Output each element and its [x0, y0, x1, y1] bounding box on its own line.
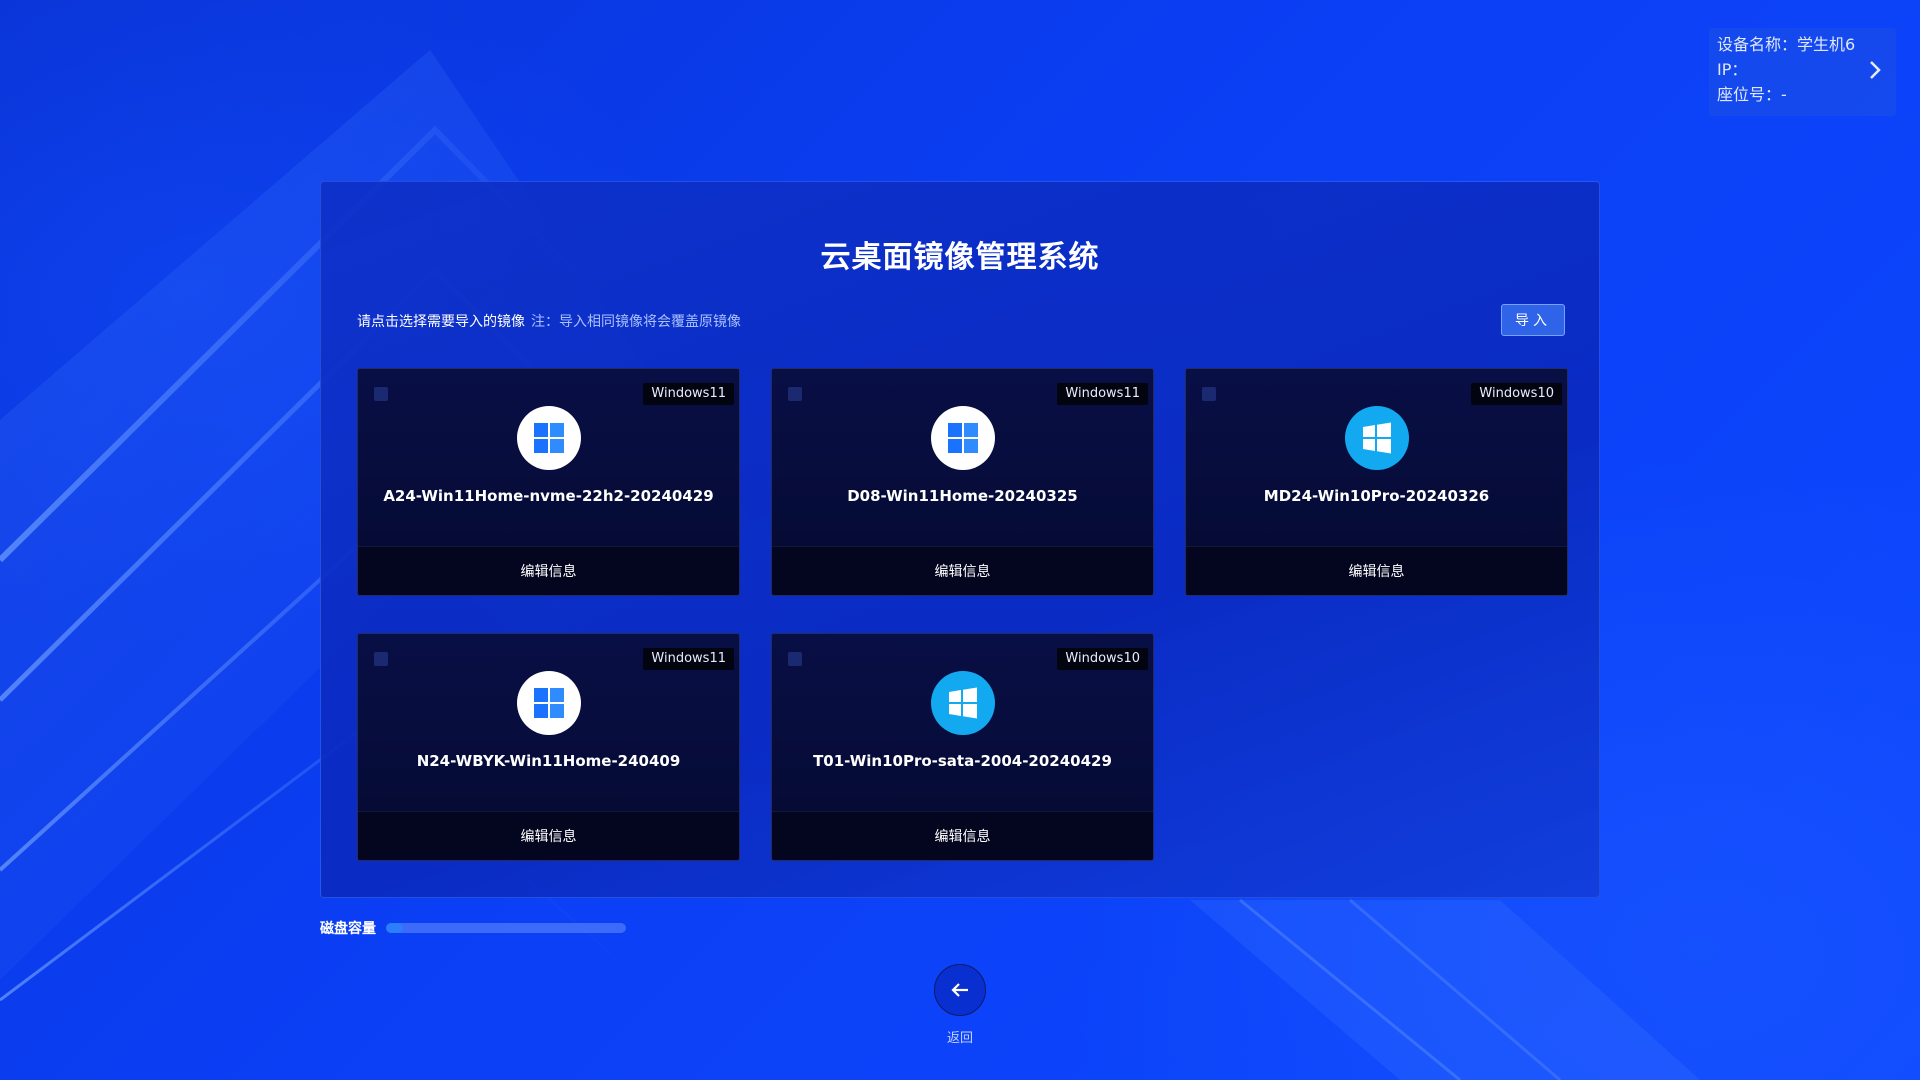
image-card[interactable]: Windows11 A24-Win11Home-nvme-22h2-2024042… [357, 368, 740, 596]
windows11-logo-icon [516, 671, 581, 735]
device-name: 设备名称：学生机6 [1717, 35, 1856, 54]
disk-capacity-fill [386, 923, 403, 933]
windows10-logo-icon [1344, 406, 1409, 470]
image-card[interactable]: Windows10 MD24-Win10Pro-20240326 编辑信息 [1185, 368, 1568, 596]
os-badge: Windows11 [1057, 383, 1148, 405]
image-name: A24-Win11Home-nvme-22h2-20240429 [383, 487, 714, 505]
windows11-logo-icon [516, 406, 581, 470]
image-select-checkbox[interactable] [374, 387, 388, 401]
device-seat: 座位号：- [1717, 85, 1787, 104]
image-name: N24-WBYK-Win11Home-240409 [416, 752, 681, 770]
chevron-right-icon[interactable] [1868, 58, 1882, 82]
image-card[interactable]: Windows10 T01-Win10Pro-sata-2004-20240429… [771, 633, 1154, 861]
windows11-logo-icon [930, 406, 995, 470]
edit-info-button[interactable]: 编辑信息 [358, 546, 739, 595]
device-info-panel[interactable]: 设备名称：学生机6 IP： 座位号：- [1709, 28, 1896, 116]
edit-info-button[interactable]: 编辑信息 [358, 811, 739, 860]
os-badge: Windows11 [643, 383, 734, 405]
arrow-left-icon [951, 983, 968, 997]
image-name: MD24-Win10Pro-20240326 [1263, 487, 1490, 505]
os-badge: Windows10 [1057, 648, 1148, 670]
image-select-checkbox[interactable] [374, 652, 388, 666]
disk-capacity-label: 磁盘容量 [320, 921, 376, 937]
image-manager-panel: 云桌面镜像管理系统 请点击选择需要导入的镜像 注：导入相同镜像将会覆盖原镜像 导入… [320, 181, 1600, 898]
back-label: 返回 [946, 1031, 973, 1046]
disk-capacity-bar [386, 923, 626, 933]
os-badge: Windows11 [643, 648, 734, 670]
instruction-text: 请点击选择需要导入的镜像 注：导入相同镜像将会覆盖原镜像 [357, 311, 741, 331]
instruction-main: 请点击选择需要导入的镜像 [357, 314, 525, 330]
image-select-checkbox[interactable] [788, 652, 802, 666]
image-card[interactable]: Windows11 D08-Win11Home-20240325 编辑信息 [771, 368, 1154, 596]
edit-info-button[interactable]: 编辑信息 [772, 811, 1153, 860]
instruction-note: 注：导入相同镜像将会覆盖原镜像 [531, 314, 741, 330]
edit-info-button[interactable]: 编辑信息 [772, 546, 1153, 595]
image-select-checkbox[interactable] [1202, 387, 1216, 401]
back-button[interactable] [934, 964, 986, 1016]
image-card[interactable]: Windows11 N24-WBYK-Win11Home-240409 编辑信息 [357, 633, 740, 861]
edit-info-button[interactable]: 编辑信息 [1186, 546, 1567, 595]
image-select-checkbox[interactable] [788, 387, 802, 401]
page-title: 云桌面镜像管理系统 [820, 240, 1100, 275]
windows10-logo-icon [930, 671, 995, 735]
os-badge: Windows10 [1471, 383, 1562, 405]
image-name: T01-Win10Pro-sata-2004-20240429 [813, 752, 1112, 770]
import-button[interactable]: 导入 [1501, 304, 1565, 336]
disk-capacity: 磁盘容量 [320, 918, 626, 938]
image-name: D08-Win11Home-20240325 [847, 487, 1078, 505]
